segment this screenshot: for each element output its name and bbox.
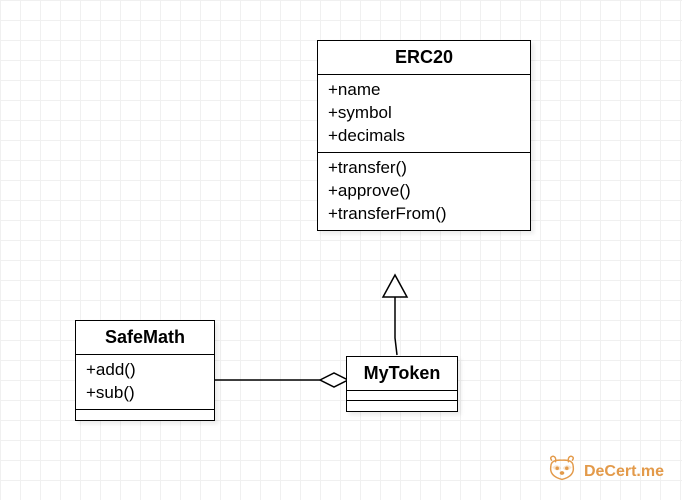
method-row: +add() [86,359,204,382]
watermark: DeCert.me [546,455,664,488]
class-safemath-methods: +add() +sub() [76,355,214,410]
class-erc20: ERC20 +name +symbol +decimals +transfer(… [317,40,531,231]
method-row: +transferFrom() [328,203,520,226]
method-row: +transfer() [328,157,520,180]
method-row: +sub() [86,382,204,405]
method-row: +approve() [328,180,520,203]
class-safemath-empty [76,410,214,420]
class-mytoken: MyToken [346,356,458,412]
raccoon-icon [546,455,578,488]
class-safemath: SafeMath +add() +sub() [75,320,215,421]
class-mytoken-title: MyToken [347,357,457,391]
class-mytoken-empty1 [347,391,457,401]
attribute-row: +decimals [328,125,520,148]
aggregation-diamond [215,373,348,387]
class-erc20-methods: +transfer() +approve() +transferFrom() [318,153,530,230]
class-safemath-title: SafeMath [76,321,214,355]
attribute-row: +symbol [328,102,520,125]
generalization-arrow [383,275,407,355]
class-erc20-title: ERC20 [318,41,530,75]
attribute-row: +name [328,79,520,102]
watermark-text: DeCert.me [584,463,664,481]
class-mytoken-empty2 [347,401,457,411]
class-erc20-attributes: +name +symbol +decimals [318,75,530,153]
